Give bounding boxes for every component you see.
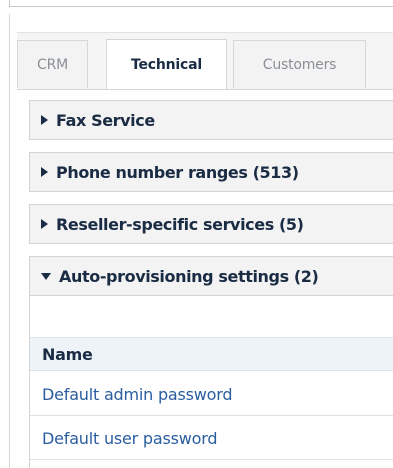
tab-technical[interactable]: Technical [106, 39, 227, 89]
expand-arrow-icon [41, 167, 48, 177]
section-title: Phone number ranges (513) [56, 162, 299, 182]
section-title: Fax Service [56, 110, 155, 130]
setting-name-link[interactable]: Default admin password [42, 385, 233, 404]
outer-panel-top [9, 0, 393, 7]
setting-name-link[interactable]: Default user password [42, 429, 217, 448]
section-reseller-specific-services[interactable]: Reseller-specific services (5) [29, 204, 393, 244]
section-auto-provisioning-settings[interactable]: Auto-provisioning settings (2) [29, 256, 393, 296]
tab-crm[interactable]: CRM [17, 40, 88, 88]
tab-technical-label: Technical [131, 56, 202, 73]
section-title: Auto-provisioning settings (2) [59, 266, 319, 286]
expand-arrow-icon [41, 115, 48, 125]
collapse-arrow-icon [41, 272, 51, 280]
column-header-label: Name [42, 344, 93, 364]
outer-panel-border [9, 14, 10, 468]
expand-arrow-icon [41, 219, 48, 229]
section-fax-service[interactable]: Fax Service [29, 100, 393, 140]
section-title: Reseller-specific services (5) [56, 214, 304, 234]
page-frame: CRM Technical Customers Fax Service Phon… [0, 0, 393, 468]
table-row[interactable]: Default user password [30, 418, 393, 460]
table-header-name[interactable]: Name [30, 337, 393, 371]
section-phone-number-ranges[interactable]: Phone number ranges (513) [29, 152, 393, 192]
table-row[interactable]: Default admin password [30, 374, 393, 416]
tab-customers[interactable]: Customers [233, 40, 366, 88]
tab-customers-label: Customers [262, 56, 337, 73]
tab-crm-label: CRM [37, 56, 68, 73]
